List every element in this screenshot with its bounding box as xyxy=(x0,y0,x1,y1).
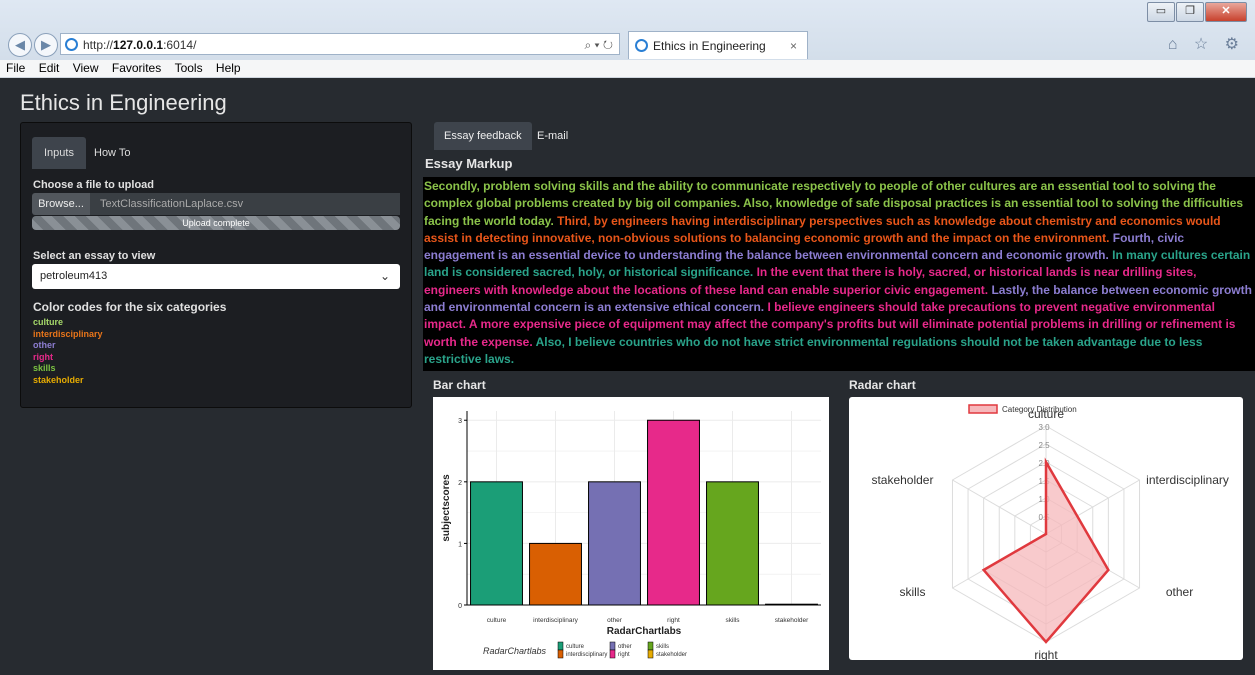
legend-swatch xyxy=(968,404,998,414)
window-controls: ▭ ❐ ✕ xyxy=(1146,2,1247,22)
legend-label: culture xyxy=(566,644,585,650)
tab-title: Ethics in Engineering xyxy=(653,39,766,53)
legend-swatch xyxy=(647,649,654,659)
color-code-interdisciplinary: interdisciplinary xyxy=(33,328,103,339)
y-tick-label: 0 xyxy=(458,603,462,610)
x-tick-label: culture xyxy=(487,617,507,624)
menu-help[interactable]: Help xyxy=(216,61,241,75)
legend-swatch xyxy=(609,641,616,651)
x-tick-label: right xyxy=(667,617,680,624)
radar-axis-label-right: right xyxy=(1034,648,1058,660)
legend-label: other xyxy=(618,644,632,650)
bar-chart-heading: Bar chart xyxy=(433,378,486,392)
color-code-stakeholder: stakeholder xyxy=(33,374,84,385)
essay-markup-text: Secondly, problem solving skills and the… xyxy=(423,177,1255,371)
legend-label: skills xyxy=(656,644,669,650)
x-axis-label: RadarChartlabs xyxy=(607,626,682,637)
radar-axis-label-interdisciplinary: interdisciplinary xyxy=(1146,473,1229,487)
color-code-culture: culture xyxy=(33,317,64,327)
y-axis-label: subjectscores xyxy=(441,474,452,542)
browser-tab[interactable]: Ethics in Engineering × xyxy=(628,31,808,59)
browser-chrome: ▭ ❐ ✕ ◀ ▶ http://127.0.0.1:6014/ ⌕ ▾ ↻ E… xyxy=(0,0,1255,60)
color-codes-heading: Color codes for the six categories xyxy=(33,300,227,314)
search-refresh-icon[interactable]: ⌕ ▾ ↻ xyxy=(584,34,613,56)
radar-axis-label-stakeholder: stakeholder xyxy=(871,473,933,487)
address-bar[interactable]: http://127.0.0.1:6014/ ⌕ ▾ ↻ xyxy=(60,33,620,55)
chevron-down-icon: ⌄ xyxy=(379,269,390,283)
radar-chart-panel: Category Distribution 0.5 1.0 1.5 2.0 2.5 3.0 c… xyxy=(849,397,1243,662)
bar-skills xyxy=(706,481,759,606)
radar-tick-label: 3.0 xyxy=(1038,423,1050,432)
page-title: Ethics in Engineering xyxy=(20,90,227,115)
color-code-other: other xyxy=(33,340,56,350)
bar-stakeholder xyxy=(765,603,818,606)
bar-right xyxy=(647,419,700,606)
radar-chart: Category Distribution0.51.01.52.02.53.0c… xyxy=(871,404,1229,662)
url-prefix: http:// xyxy=(83,38,114,52)
legend-swatch xyxy=(557,649,564,659)
bar-culture xyxy=(470,481,523,606)
bar-chart-panel: 0 1 2 3 culture interdisciplinary other right sk… xyxy=(433,397,829,670)
x-tick-label: interdisciplinary xyxy=(533,617,579,624)
tab-inputs[interactable]: Inputs xyxy=(32,137,86,169)
menu-view[interactable]: View xyxy=(73,61,99,75)
essay-markup-heading: Essay Markup xyxy=(425,156,513,171)
x-tick-label: other xyxy=(607,617,623,624)
ie-logo-icon xyxy=(635,39,648,52)
ie-logo-icon xyxy=(65,38,78,51)
select-essay-label: Select an essay to view xyxy=(33,250,156,262)
essay-segment: Also, I believe countries who do not hav… xyxy=(424,334,1203,366)
url-rest: :6014/ xyxy=(163,38,197,52)
upload-progress-bar: Upload complete xyxy=(32,216,400,230)
menu-file[interactable]: File xyxy=(6,61,25,75)
upload-label: Choose a file to upload xyxy=(33,179,155,191)
radar-axis-label-skills: skills xyxy=(899,585,925,599)
legend-swatch xyxy=(557,641,564,651)
legend-label: right xyxy=(618,652,630,658)
radar-axis-label-other: other xyxy=(1166,585,1193,599)
menu-bar: File Edit View Favorites Tools Help xyxy=(0,60,1255,78)
url-host: 127.0.0.1 xyxy=(113,38,164,52)
bar-interdisciplinary xyxy=(529,542,582,606)
legend-title: RadarChartlabs xyxy=(483,646,547,656)
legend-swatch xyxy=(609,649,616,659)
browse-button[interactable]: Browse... xyxy=(32,193,90,215)
sidebar-panel: Inputs How To Choose a file to upload Br… xyxy=(20,122,412,408)
legend-label: interdisciplinary xyxy=(566,652,607,658)
color-code-skills: skills xyxy=(33,363,56,373)
radar-axis-label-culture: culture xyxy=(1028,407,1064,421)
y-tick-label: 1 xyxy=(458,541,462,548)
essay-select-value: petroleum413 xyxy=(40,270,108,282)
forward-arrow-icon[interactable]: ▶ xyxy=(34,33,58,57)
menu-favorites[interactable]: Favorites xyxy=(112,61,161,75)
tab-essay-feedback[interactable]: Essay feedback xyxy=(434,122,532,150)
color-code-right: right xyxy=(33,351,53,362)
radar-chart-heading: Radar chart xyxy=(849,378,916,392)
tab-close-icon[interactable]: × xyxy=(790,32,797,60)
y-tick-label: 2 xyxy=(458,480,462,487)
legend-label: stakeholder xyxy=(656,652,687,658)
file-name-field: TextClassificationLaplace.csv xyxy=(90,193,400,215)
essay-select[interactable]: petroleum413 ⌄ xyxy=(32,264,400,289)
home-favorites-settings-icon[interactable]: ⌂ ☆ ⚙ xyxy=(1168,34,1245,54)
back-arrow-icon[interactable]: ◀ xyxy=(8,33,32,57)
y-tick-label: 3 xyxy=(458,418,462,425)
menu-tools[interactable]: Tools xyxy=(175,61,203,75)
menu-edit[interactable]: Edit xyxy=(39,61,60,75)
radar-series xyxy=(981,457,1110,644)
radar-tick-label: 2.5 xyxy=(1038,441,1050,450)
tab-email[interactable]: E-mail xyxy=(527,122,578,150)
x-tick-label: skills xyxy=(725,617,740,624)
maximize-button[interactable]: ❐ xyxy=(1176,2,1204,22)
minimize-button[interactable]: ▭ xyxy=(1147,2,1175,22)
bar-other xyxy=(588,481,641,606)
x-tick-label: stakeholder xyxy=(775,617,809,624)
nav-buttons: ◀ ▶ xyxy=(8,33,60,57)
tab-how-to[interactable]: How To xyxy=(82,137,142,169)
bar-chart: 0 1 2 3 culture interdisciplinary other right sk… xyxy=(441,411,821,659)
legend-swatch xyxy=(647,641,654,651)
close-window-button[interactable]: ✕ xyxy=(1205,2,1247,22)
